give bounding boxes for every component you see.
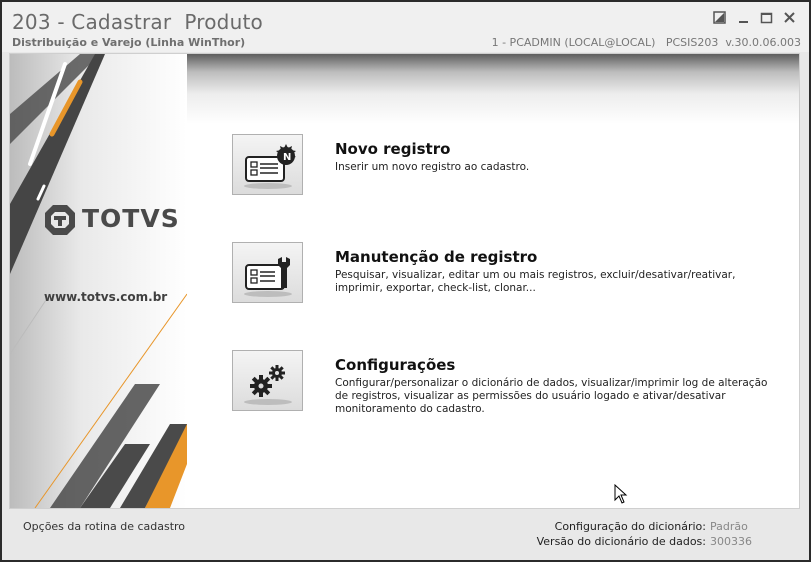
sidebar-panel: TOTVS www.totvs.com.br: [10, 54, 187, 508]
option-description: Configurar/personalizar o dicionário de …: [335, 377, 768, 415]
window-subtitle: Distribuição e Varejo (Linha WinThor): [12, 36, 246, 49]
content-area: TOTVS www.totvs.com.br N Novo registro I…: [9, 53, 800, 509]
option-title: Configurações: [335, 356, 456, 374]
dictionary-version-label: Versão do dicionário de dados:: [536, 535, 706, 548]
maintenance-icon: [244, 257, 292, 297]
maintenance-button[interactable]: [232, 242, 303, 303]
app-window: 203 - Cadastrar Produto Distribuição e V…: [0, 0, 811, 562]
new-record-icon: N: [244, 144, 296, 189]
option-title: Novo registro: [335, 140, 451, 158]
svg-text:N: N: [283, 152, 291, 163]
option-description: Pesquisar, visualizar, editar um ou mais…: [335, 269, 736, 294]
dictionary-version-value: 300336: [710, 535, 752, 548]
restore-icon[interactable]: [712, 10, 728, 26]
website-link: www.totvs.com.br: [44, 290, 168, 304]
dictionary-config-label: Configuração do dicionário:: [554, 520, 706, 533]
dictionary-config-value: Padrão: [710, 520, 748, 533]
minimize-icon[interactable]: [736, 10, 752, 26]
main-panel: N Novo registro Inserir um novo registro…: [187, 54, 799, 508]
option-title: Manutenção de registro: [335, 248, 538, 266]
settings-button[interactable]: [232, 350, 303, 411]
totvs-logo-text: TOTVS: [82, 204, 180, 233]
footer-description: Opções da rotina de cadastro: [23, 520, 186, 533]
option-description: Inserir um novo registro ao cadastro.: [335, 161, 530, 173]
user-info: 1 - PCADMIN (LOCAL@LOCAL) PCSIS203 v.30.…: [491, 36, 801, 49]
status-footer: Opções da rotina de cadastro Configuraçã…: [9, 509, 798, 554]
totvs-logo-icon: [45, 205, 75, 235]
title-bar: 203 - Cadastrar Produto Distribuição e V…: [2, 2, 809, 52]
maximize-icon[interactable]: [759, 10, 775, 26]
mouse-cursor-icon: [614, 484, 628, 504]
gears-icon: [244, 365, 292, 405]
new-record-button[interactable]: N: [232, 134, 303, 195]
close-icon[interactable]: [782, 10, 798, 26]
sidebar-decoration: [10, 54, 187, 508]
window-title: 203 - Cadastrar Produto: [12, 10, 263, 34]
